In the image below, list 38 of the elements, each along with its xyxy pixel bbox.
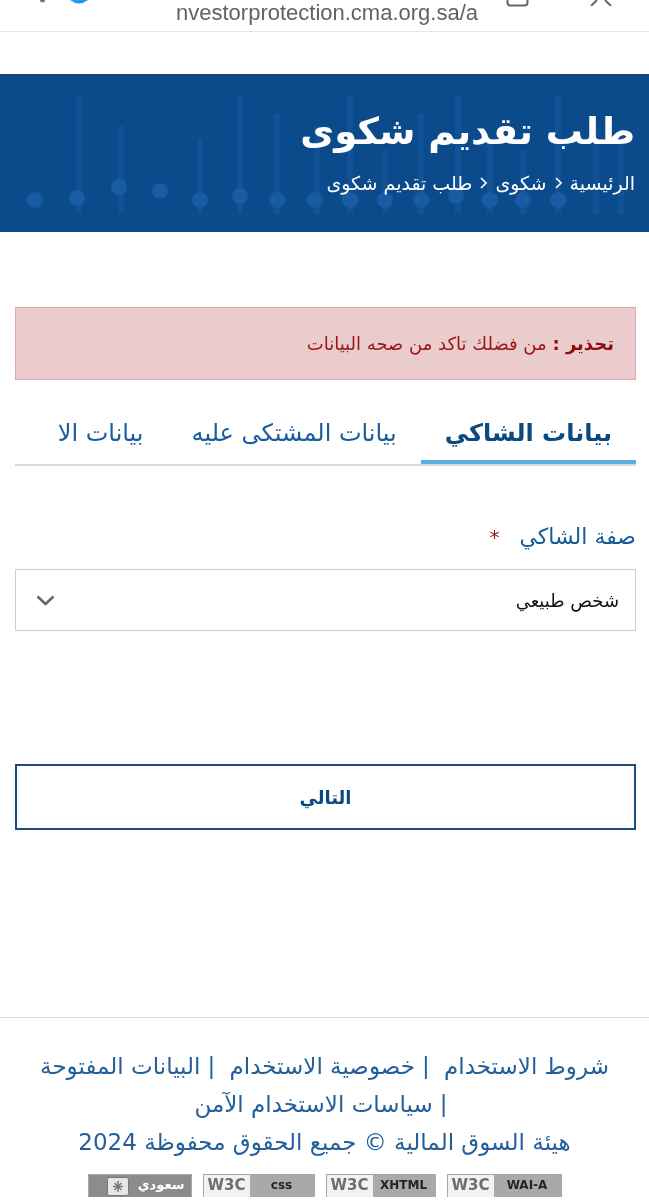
emblem-badge[interactable]: سعودي — [87, 1174, 192, 1197]
w3c-badge[interactable]: W3C XHTML — [325, 1174, 436, 1197]
download-icon[interactable] — [506, 0, 529, 7]
footer-link[interactable]: البيانات المفتوحة — [40, 1053, 201, 1079]
link-separator: | — [207, 1053, 216, 1079]
badge-logo: W3C — [206, 1175, 247, 1196]
badge-logo: W3C — [450, 1175, 491, 1196]
w3c-badge[interactable]: W3C css — [202, 1174, 315, 1197]
badge-logo: W3C — [329, 1175, 370, 1196]
breadcrumb-current: طلب تقديم شكوى — [326, 171, 473, 196]
link-separator: | — [421, 1053, 430, 1079]
next-button[interactable]: التالي — [15, 764, 636, 830]
badge-label: css — [249, 1175, 314, 1197]
warning-text: تحذير : من فضلك تاكد من صحه البيانات — [306, 331, 614, 357]
page-title: طلب تقديم شكوى — [300, 109, 635, 155]
chevron-icon — [554, 177, 562, 189]
required-mark: * — [489, 525, 500, 549]
footer-link[interactable]: شروط الاستخدام — [444, 1053, 609, 1079]
footer-link[interactable]: سياسات الاستخدام الآمن — [194, 1091, 433, 1117]
dropdown-field[interactable]: شخص طبيعي — [15, 569, 636, 631]
field-label: صفة الشاكي — [519, 523, 636, 552]
chevron-down-icon — [36, 594, 55, 606]
emblem-icon — [106, 1177, 129, 1196]
footer-link[interactable]: خصوصية الاستخدام — [229, 1053, 415, 1079]
badge-label: WAI-A — [493, 1175, 561, 1197]
tab[interactable]: بيانات الشاكي — [420, 399, 636, 464]
badge-label: XHTML — [372, 1175, 435, 1197]
breadcrumb-link[interactable]: شكوى — [495, 170, 547, 196]
chevron-icon — [480, 177, 488, 189]
w3c-badge[interactable]: W3C WAI-A — [446, 1174, 562, 1197]
badge-label: سعودي — [136, 1176, 186, 1194]
copyright-text: هيئة السوق المالية © جميع الحقوق محفوظة 2024 — [77, 1128, 572, 1158]
breadcrumb-link[interactable]: الرئيسية — [569, 170, 635, 196]
url-text[interactable]: nvestorprotection.cma.org.sa/a — [176, 0, 479, 25]
link-separator: | — [439, 1091, 448, 1117]
tab[interactable]: بيانات الا — [33, 399, 168, 464]
tab[interactable]: بيانات المشتكى عليه — [167, 399, 421, 464]
app-icon[interactable] — [70, 0, 88, 4]
